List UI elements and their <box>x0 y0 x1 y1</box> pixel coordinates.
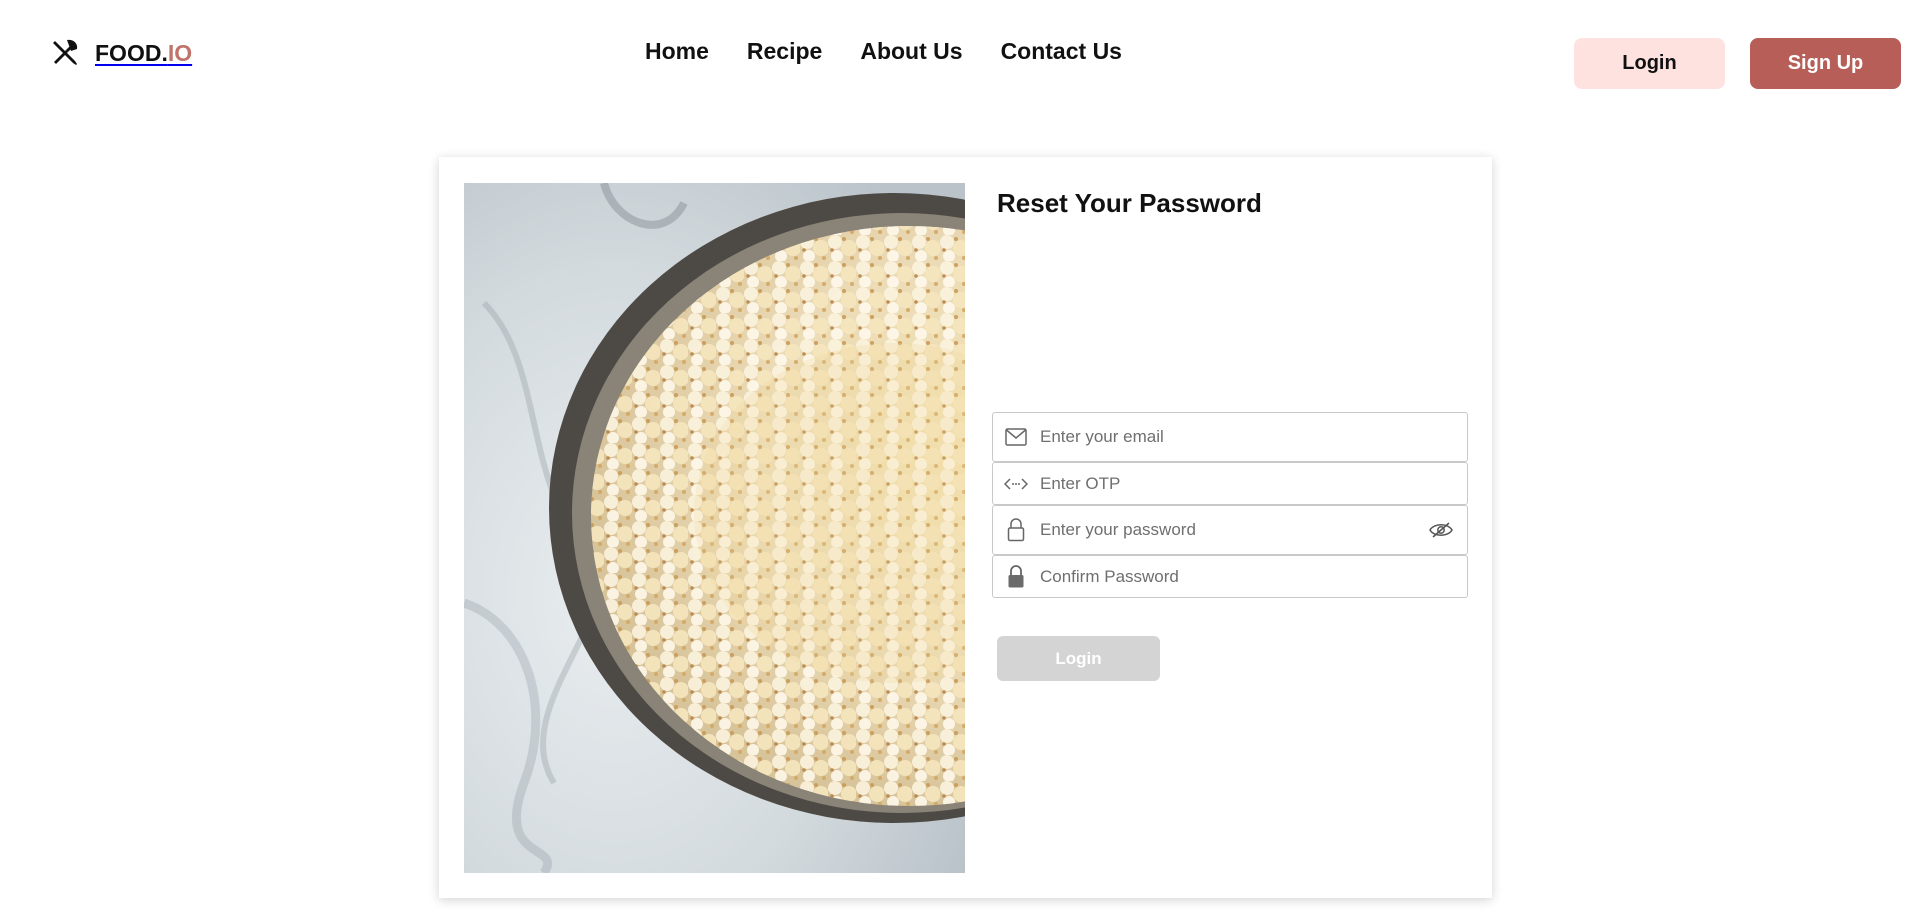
top-header: FOOD.IO Home Recipe About Us Contact Us … <box>0 0 1920 110</box>
popcorn-illustration <box>464 183 965 873</box>
brand-logo[interactable]: FOOD.IO <box>49 37 192 69</box>
password-input[interactable] <box>1038 519 1398 541</box>
page-title: Reset Your Password <box>997 188 1262 218</box>
login-submit-button[interactable]: Login <box>997 636 1160 681</box>
password-field[interactable] <box>992 505 1468 555</box>
fork-knife-icon <box>53 39 78 65</box>
lock-outline-icon <box>1004 518 1028 542</box>
lock-filled-icon <box>1004 564 1028 589</box>
email-input[interactable] <box>1038 426 1398 448</box>
confirm-password-field[interactable] <box>992 555 1468 598</box>
header-signup-button[interactable]: Sign Up <box>1750 38 1901 89</box>
nav-link-about-us[interactable]: About Us <box>860 34 962 68</box>
otp-field[interactable] <box>992 462 1468 505</box>
header-login-button[interactable]: Login <box>1574 38 1725 89</box>
otp-input[interactable] <box>1038 472 1398 495</box>
nav-link-contact-us[interactable]: Contact Us <box>1001 34 1122 68</box>
email-field[interactable] <box>992 412 1468 462</box>
reset-password-card: Reset Your Password Login <box>439 157 1492 898</box>
eye-slash-icon[interactable] <box>1429 520 1453 540</box>
popcorn-bowl-photo <box>464 183 965 873</box>
brand-name: FOOD.IO <box>95 39 193 66</box>
main-nav: Home Recipe About Us Contact Us <box>645 34 1160 68</box>
nav-link-home[interactable]: Home <box>645 34 709 68</box>
mail-icon <box>1004 425 1028 449</box>
nav-link-recipe[interactable]: Recipe <box>747 34 822 68</box>
code-arrows-icon <box>1004 472 1028 496</box>
confirm-password-input[interactable] <box>1038 565 1398 588</box>
